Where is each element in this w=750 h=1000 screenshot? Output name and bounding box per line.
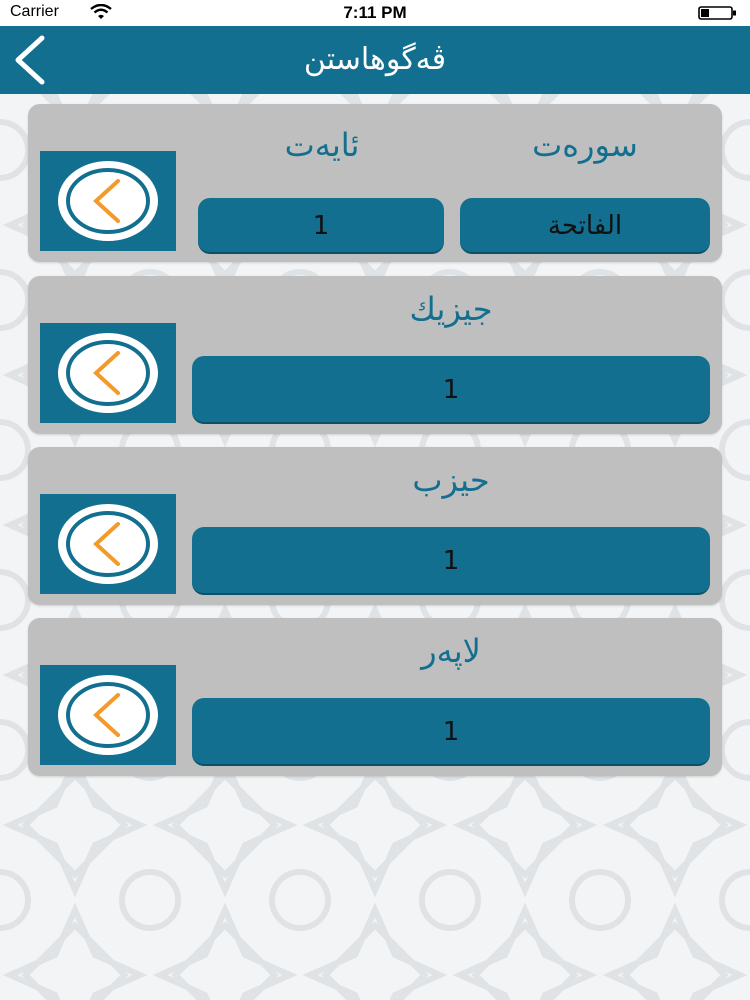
juz-label: جیزیك bbox=[409, 290, 493, 328]
battery-icon bbox=[698, 6, 736, 20]
ayah-label: ئایەت bbox=[284, 126, 360, 164]
clock: 7:11 PM bbox=[343, 3, 407, 22]
navigation-bar: ڤەگوهاستن bbox=[0, 26, 750, 94]
ayah-select[interactable]: 1 bbox=[198, 198, 444, 254]
juz-select[interactable]: 1 bbox=[192, 356, 710, 424]
go-surah-ayah-button[interactable] bbox=[40, 151, 176, 251]
status-bar: Carrier 7:11 PM bbox=[0, 0, 750, 26]
go-arrow-icon bbox=[58, 675, 158, 755]
page-select[interactable]: 1 bbox=[192, 698, 710, 766]
chevron-left-icon bbox=[15, 35, 45, 85]
go-arrow-icon bbox=[58, 161, 158, 241]
page-title: ڤەگوهاستن bbox=[303, 42, 447, 77]
go-page-button[interactable] bbox=[40, 665, 176, 765]
go-arrow-icon bbox=[58, 333, 158, 413]
surah-select[interactable]: الفاتحة bbox=[460, 198, 710, 254]
page-card: لاپەر 1 bbox=[28, 618, 722, 776]
hizb-label: حیزب bbox=[412, 461, 490, 499]
hizb-select[interactable]: 1 bbox=[192, 527, 710, 595]
back-button[interactable] bbox=[6, 34, 58, 86]
go-hizb-button[interactable] bbox=[40, 494, 176, 594]
page-label: لاپەر bbox=[421, 632, 481, 670]
surah-label: سورەت bbox=[532, 126, 638, 164]
surah-ayah-card: ئایەت سورەت 1 الفاتحة bbox=[28, 104, 722, 262]
hizb-card: حیزب 1 bbox=[28, 447, 722, 605]
go-arrow-icon bbox=[58, 504, 158, 584]
go-juz-button[interactable] bbox=[40, 323, 176, 423]
juz-card: جیزیك 1 bbox=[28, 276, 722, 434]
